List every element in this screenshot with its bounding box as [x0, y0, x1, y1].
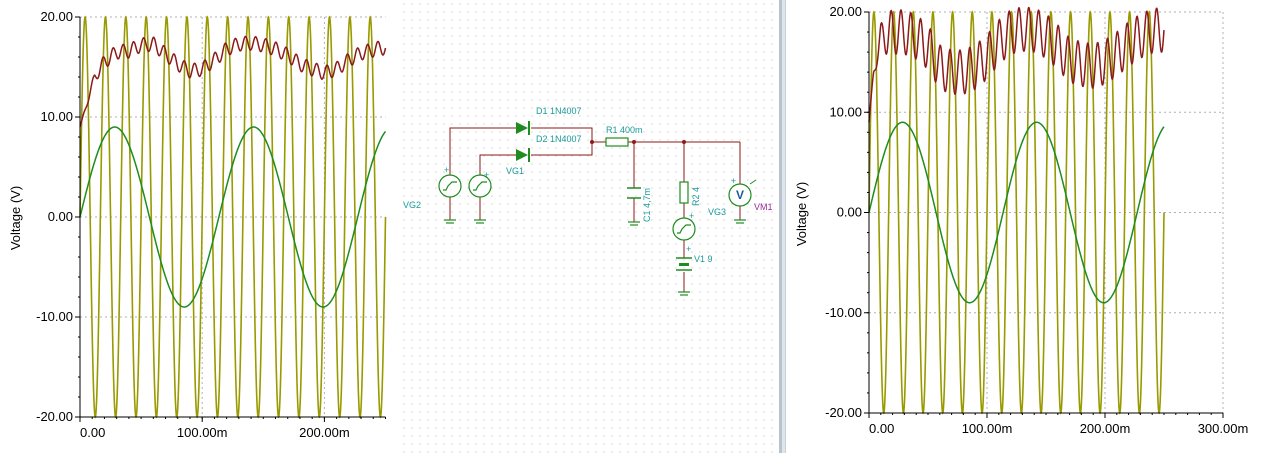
capacitor-c1[interactable]: C1 4,7m — [627, 187, 652, 226]
y-tick-label: -20.00 — [825, 405, 862, 420]
diode-d1[interactable]: D1 1N4007 — [516, 106, 582, 135]
y-tick-label: 20.00 — [829, 4, 862, 19]
series-output — [79, 35, 387, 128]
svg-text:+: + — [484, 170, 489, 180]
x-tick-label: 100.00m — [962, 421, 1013, 436]
circuit-schematic[interactable]: D1 1N4007 D2 1N4007 R1 400m + VG2 + VG1 — [400, 0, 780, 453]
svg-text:+: + — [689, 211, 694, 221]
vg2-label: VG2 — [403, 200, 421, 210]
y-tick-label: -10.00 — [825, 305, 862, 320]
d2-label: D2 1N4007 — [536, 134, 582, 144]
r1-label: R1 400m — [606, 125, 643, 135]
x-tick-label: 300.00m — [1198, 421, 1249, 436]
left-chart-ylabel: Voltage (V) — [8, 186, 23, 250]
d1-label: D1 1N4007 — [536, 106, 582, 116]
x-tick-label: 0.00 — [869, 421, 894, 436]
y-tick-label: 0.00 — [48, 209, 73, 224]
left-chart-pane[interactable]: 20.00 10.00 0.00 -10.00 -20.00 0.00 100.00m 200… — [0, 0, 400, 453]
ground-symbols — [444, 219, 486, 224]
vm1-label: VM1 — [754, 202, 773, 212]
x-tick-label: 200.00m — [1080, 421, 1131, 436]
y-tick-label: -10.00 — [36, 309, 73, 324]
x-tick-label: 200.00m — [299, 425, 350, 440]
left-voltage-chart[interactable]: 20.00 10.00 0.00 -10.00 -20.00 0.00 100.00m 200… — [0, 0, 400, 453]
v1-label: V1 9 — [694, 254, 713, 264]
y-tick-label: 20.00 — [40, 9, 73, 24]
svg-text:+: + — [444, 165, 449, 175]
schematic-pane[interactable]: D1 1N4007 D2 1N4007 R1 400m + VG2 + VG1 — [400, 0, 780, 453]
resistor-r1[interactable]: R1 400m — [605, 125, 643, 147]
resistor-r2[interactable]: R2 4 — [679, 181, 701, 206]
diode-d2[interactable]: D2 1N4007 — [516, 134, 582, 162]
generator-vg3[interactable]: + VG3 — [672, 207, 726, 241]
y-tick-label: -20.00 — [36, 409, 73, 424]
vg1-label: VG1 — [506, 166, 524, 176]
svg-text:+: + — [731, 176, 736, 186]
right-voltage-chart[interactable]: 20.00 10.00 0.00 -10.00 -20.00 0.00 100.00m 200… — [786, 0, 1280, 453]
svg-text:+: + — [686, 244, 691, 254]
generator-vg1[interactable]: + VG1 — [468, 166, 524, 198]
schematic-wires — [449, 127, 741, 292]
series-output — [868, 6, 1165, 123]
generator-vg2[interactable]: + VG2 — [403, 165, 462, 210]
right-chart-ylabel: Voltage (V) — [794, 182, 809, 246]
right-chart-series — [868, 6, 1165, 415]
x-tick-label: 100.00m — [177, 425, 228, 440]
y-tick-label: 10.00 — [40, 109, 73, 124]
voltmeter-vm1[interactable]: V + VM1 — [728, 176, 773, 224]
battery-v1[interactable]: + V1 9 — [676, 244, 713, 296]
r2-label: R2 4 — [691, 187, 701, 206]
x-tick-label: 0.00 — [80, 425, 105, 440]
y-tick-label: 0.00 — [837, 205, 862, 220]
vm-symbol: V — [736, 188, 744, 202]
y-tick-label: 10.00 — [829, 104, 862, 119]
c1-label: C1 4,7m — [642, 188, 652, 222]
right-chart-pane[interactable]: 20.00 10.00 0.00 -10.00 -20.00 0.00 100.00m 200… — [786, 0, 1280, 453]
vg3-label: VG3 — [708, 207, 726, 217]
